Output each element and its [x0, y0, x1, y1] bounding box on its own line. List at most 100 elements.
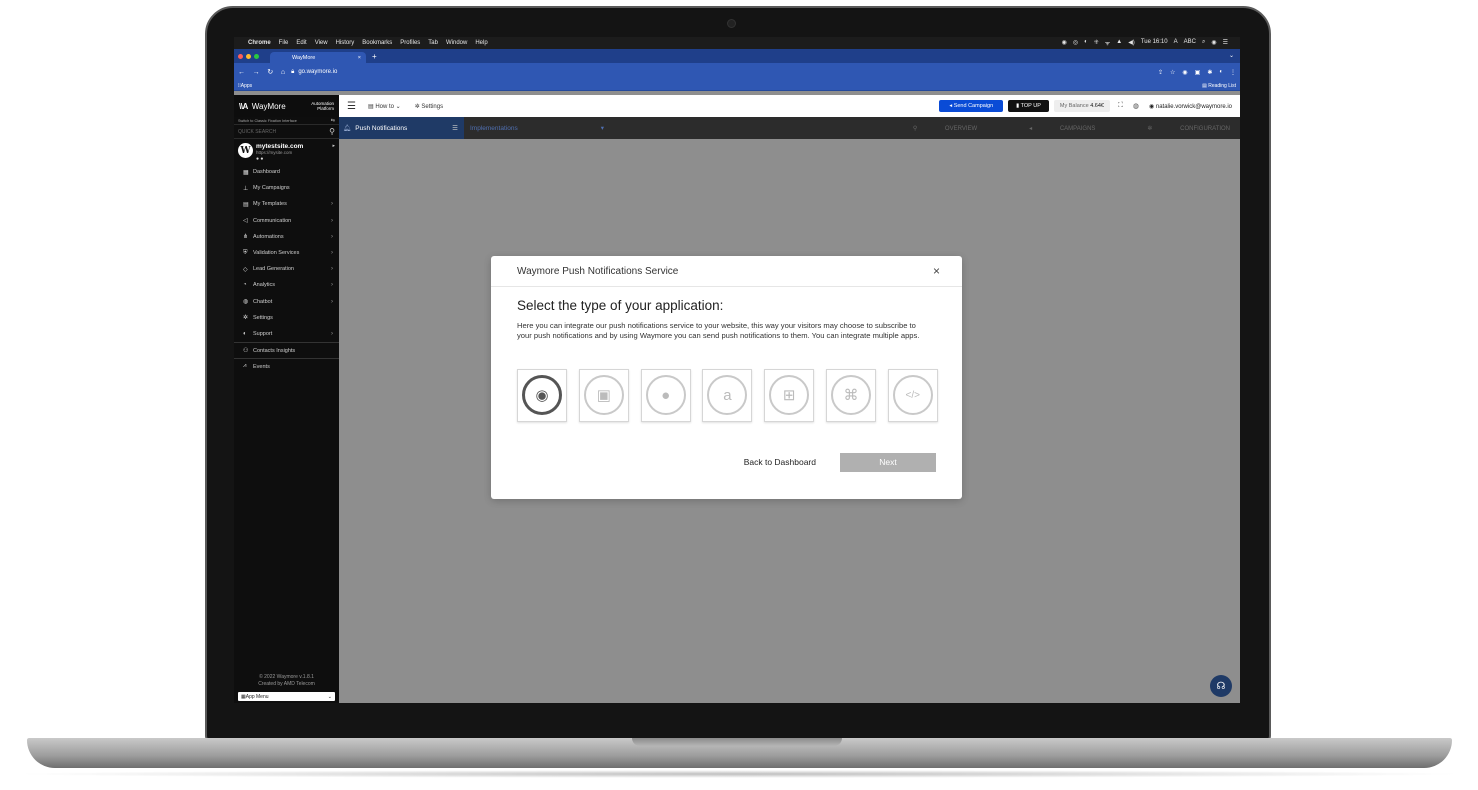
- settings-link[interactable]: ✲ Settings: [415, 103, 443, 110]
- toggle-icon[interactable]: ⇆: [331, 118, 335, 124]
- menu-profiles[interactable]: Profiles: [400, 40, 420, 46]
- user-menu[interactable]: ◉ natalie.vorwick@waymore.io: [1149, 103, 1232, 110]
- reading-list[interactable]: ▤ Reading List: [1202, 83, 1236, 89]
- next-button[interactable]: Next: [840, 452, 936, 472]
- tab-overview[interactable]: ⚲ OVERVIEW: [887, 125, 977, 132]
- tab-close-icon[interactable]: ×: [358, 55, 361, 61]
- tagline-line2: Platform: [317, 106, 334, 111]
- sidebar-item-my-campaigns[interactable]: ⊥ My Campaigns: [234, 180, 339, 196]
- input-source-label[interactable]: ABC: [1184, 39, 1196, 47]
- app-option-windows[interactable]: ⊞: [764, 368, 815, 422]
- implementations-dropdown[interactable]: Implementations ▾: [464, 117, 604, 139]
- tab-search-chevron-icon[interactable]: ⌄: [1229, 50, 1240, 63]
- app-option-custom-code[interactable]: </>: [887, 368, 938, 422]
- siri-icon[interactable]: ◉: [1211, 39, 1216, 47]
- menu-history[interactable]: History: [336, 40, 355, 46]
- forward-arrow-icon[interactable]: →: [253, 69, 260, 76]
- puzzle-icon[interactable]: ✱: [1207, 69, 1212, 76]
- sidebar-item-my-templates[interactable]: ▤ My Templates ›: [234, 196, 339, 212]
- back-arrow-icon[interactable]: ←: [238, 69, 245, 76]
- modal-description: Here you can integrate our push notifica…: [517, 321, 920, 341]
- status-icon[interactable]: ◐: [1084, 39, 1088, 47]
- apple-icon: ●: [645, 375, 686, 416]
- menu-bookmarks[interactable]: Bookmarks: [362, 40, 392, 46]
- sidebar-item-automations[interactable]: ⋔ Automations ›: [234, 229, 339, 245]
- menu-help[interactable]: Help: [475, 40, 487, 46]
- reload-icon[interactable]: ↻: [267, 69, 273, 76]
- sidebar-item-events[interactable]: ⩘ Events: [234, 358, 339, 374]
- profile-icon[interactable]: ◐: [1219, 69, 1223, 76]
- back-to-dashboard-link[interactable]: Back to Dashboard: [744, 457, 816, 467]
- top-up-button[interactable]: ▮ TOP UP: [1008, 100, 1049, 112]
- close-icon[interactable]: ×: [933, 264, 940, 278]
- maximize-window-icon[interactable]: [254, 53, 259, 59]
- menu-edit[interactable]: Edit: [296, 40, 306, 46]
- app-menu-label: App Menu: [245, 693, 269, 700]
- bookmark-star-icon[interactable]: ☆: [1170, 69, 1175, 76]
- status-icon[interactable]: ◉: [1062, 39, 1067, 47]
- input-source-icon[interactable]: A: [1174, 39, 1178, 47]
- app-option-apple[interactable]: ●: [640, 368, 691, 422]
- url-bar[interactable]: go.waymore.io: [298, 69, 337, 75]
- extension-icon[interactable]: ◉: [1182, 69, 1187, 76]
- sidebar-item-communication[interactable]: ◁ Communication ›: [234, 213, 339, 229]
- extension-icon[interactable]: ▣: [1195, 69, 1201, 76]
- site-expand-icon[interactable]: ▸: [332, 143, 335, 162]
- browser-tab[interactable]: WayMore ×: [270, 52, 366, 63]
- more-menu-icon[interactable]: ⋮: [1230, 69, 1236, 76]
- search-icon[interactable]: ⚲: [329, 127, 335, 136]
- control-center-icon[interactable]: ☰: [1223, 39, 1228, 47]
- chrome-icon: ◉: [522, 375, 562, 416]
- laptop-notch: [632, 738, 842, 746]
- app-option-android[interactable]: ▣: [578, 368, 629, 422]
- sidebar-item-analytics[interactable]: ◔ Analytics ›: [234, 277, 339, 293]
- hamburger-menu-icon[interactable]: ☰: [347, 101, 356, 112]
- app-menu-select[interactable]: ▦ App Menu ⌄: [238, 692, 335, 701]
- home-icon[interactable]: ⌂: [281, 69, 285, 76]
- app-option-other[interactable]: ⌘: [825, 368, 876, 422]
- sidebar-item-dashboard[interactable]: ▦ Dashboard: [234, 164, 339, 180]
- wifi-icon[interactable]: ᯤ: [1105, 39, 1110, 47]
- menu-window[interactable]: Window: [446, 40, 467, 46]
- bookmark-apps[interactable]: Apps: [241, 83, 252, 89]
- menu-tab[interactable]: Tab: [428, 40, 438, 46]
- spotlight-icon[interactable]: ⌕: [1202, 39, 1205, 47]
- status-icon[interactable]: ⁜: [1094, 39, 1099, 47]
- howto-dropdown[interactable]: ▤ How to ⌄: [368, 103, 401, 110]
- push-notifications-tab[interactable]: 🔔︎ Push Notifications ☰: [339, 117, 464, 139]
- menu-file[interactable]: File: [279, 40, 289, 46]
- headset-support-button[interactable]: ☊: [1210, 675, 1232, 697]
- interface-switch[interactable]: Switch to Classic Fixation Interface ⇆: [234, 117, 339, 125]
- minimize-window-icon[interactable]: [246, 53, 251, 59]
- quick-search[interactable]: QUICK SEARCH ⚲: [234, 125, 339, 139]
- fullscreen-icon[interactable]: ⛶: [1118, 102, 1123, 110]
- app-option-amazon[interactable]: a: [702, 368, 753, 422]
- new-tab-button[interactable]: +: [372, 50, 377, 63]
- clock[interactable]: Tue 16:10: [1141, 39, 1168, 47]
- automations-icon: ⋔: [243, 234, 249, 241]
- lock-icon[interactable]: 🔒︎: [291, 69, 294, 76]
- tab-campaigns[interactable]: ◂ CAMPAIGNS: [1003, 125, 1095, 132]
- quick-search-input[interactable]: QUICK SEARCH: [238, 129, 276, 135]
- volume-icon[interactable]: ◀): [1128, 39, 1135, 47]
- close-window-icon[interactable]: [238, 53, 243, 59]
- list-icon[interactable]: ☰: [452, 124, 458, 132]
- menu-view[interactable]: View: [315, 40, 328, 46]
- site-selector[interactable]: W mytestsite.com https://mysite.com ● ● …: [234, 139, 339, 164]
- sidebar-item-lead-generation[interactable]: ◇ Lead Generation ›: [234, 261, 339, 277]
- status-icon[interactable]: ▲: [1116, 39, 1122, 47]
- sidebar-item-support[interactable]: ◐ Support ›: [234, 326, 339, 342]
- sidebar-item-chatbot[interactable]: ◍ Chatbot ›: [234, 294, 339, 310]
- tab-configuration[interactable]: ✲ CONFIGURATION: [1121, 125, 1230, 132]
- share-icon[interactable]: ⇪: [1158, 69, 1163, 76]
- menu-app-name[interactable]: Chrome: [248, 40, 271, 46]
- send-campaign-button[interactable]: ◂ Send Campaign: [939, 100, 1004, 112]
- globe-icon[interactable]: ◍: [1133, 102, 1139, 110]
- app-option-chrome[interactable]: ◉: [517, 368, 567, 422]
- sidebar-item-validation-services[interactable]: ⛨ Validation Services ›: [234, 245, 339, 261]
- brand[interactable]: \\A WayMore Automation Platform: [234, 95, 339, 117]
- caret-down-icon: ▾: [600, 125, 604, 132]
- sidebar-item-settings[interactable]: ✲ Settings: [234, 310, 339, 326]
- sidebar-item-contacts-insights[interactable]: ⚇ Contacts Insights: [234, 342, 339, 358]
- status-icon[interactable]: ◎: [1073, 39, 1078, 47]
